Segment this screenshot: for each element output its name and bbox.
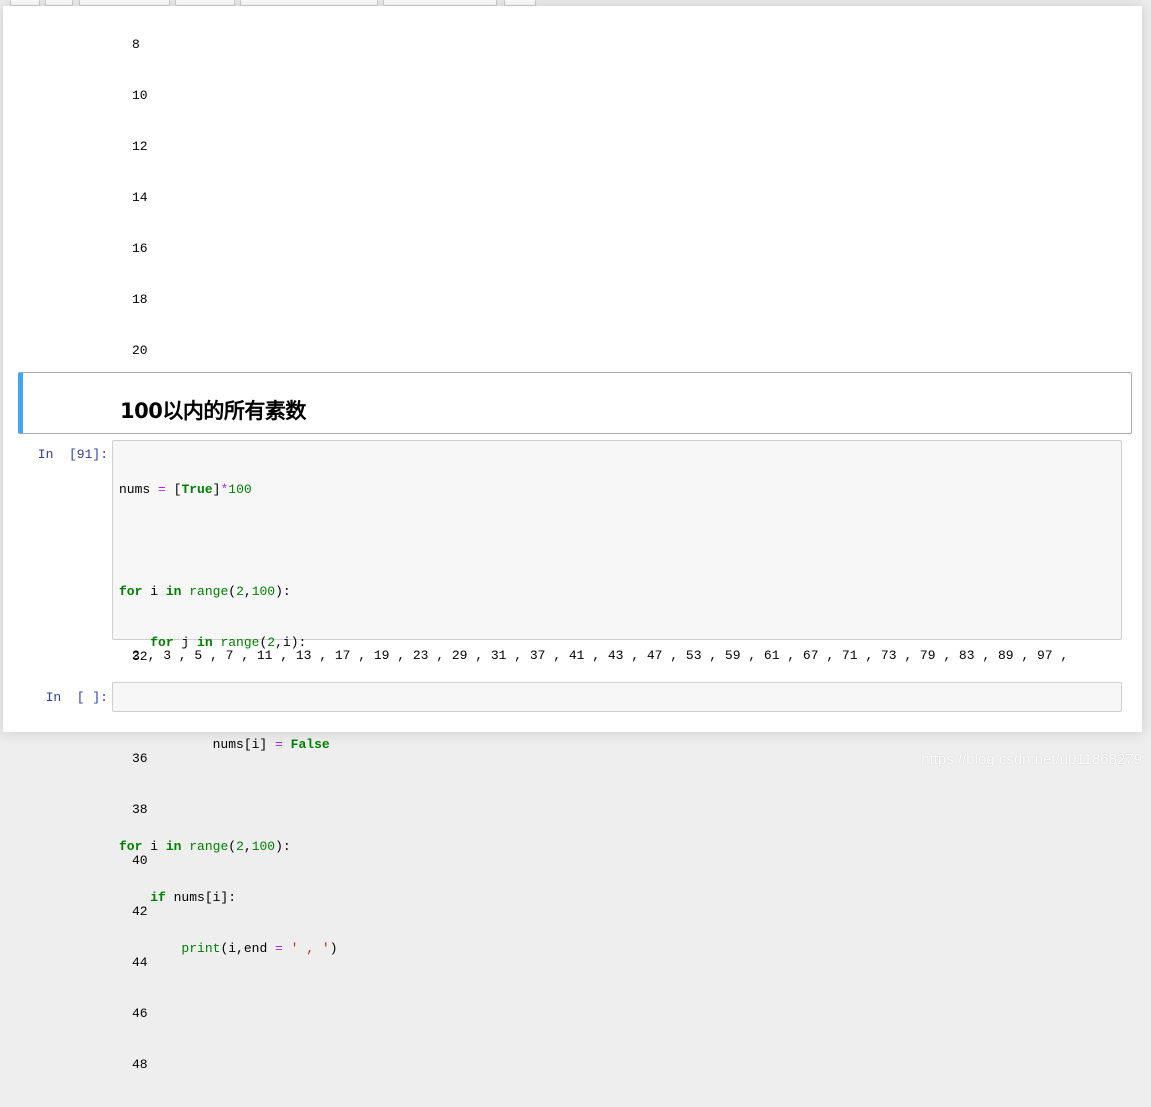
output-line: 10 bbox=[132, 88, 148, 103]
cell-output: 2 , 3 , 5 , 7 , 11 , 13 , 17 , 19 , 23 ,… bbox=[132, 648, 1069, 663]
code-line: print(i,end = ' , ') bbox=[181, 941, 338, 956]
output-line: 16 bbox=[132, 241, 148, 256]
watermark: https://blog.csdn.net/u011868279 bbox=[921, 751, 1142, 768]
output-line: 20 bbox=[132, 343, 148, 358]
notebook-container: 8 10 12 14 16 18 20 22 24 26 28 30 32 34… bbox=[3, 6, 1142, 1072]
output-line: 8 bbox=[132, 37, 140, 52]
input-prompt-empty: In [ ]: bbox=[45, 690, 108, 705]
output-line: 48 bbox=[132, 1057, 148, 1072]
empty-code-editor[interactable] bbox=[112, 682, 1122, 712]
output-line: 12 bbox=[132, 139, 148, 154]
code-line: for i in range(2,100): bbox=[119, 839, 291, 854]
code-editor[interactable]: nums = [True]*100 for i in range(2,100):… bbox=[112, 440, 1122, 956]
markdown-heading: 100以内的所有素数 bbox=[120, 399, 306, 423]
output-line: 46 bbox=[132, 1006, 148, 1021]
code-line: nums[i] = False bbox=[212, 737, 330, 752]
markdown-cell-selected[interactable]: 100以内的所有素数 bbox=[18, 372, 1132, 434]
output-line: 14 bbox=[132, 190, 148, 205]
code-line: nums = [True]*100 bbox=[119, 482, 252, 497]
output-line: 18 bbox=[132, 292, 148, 307]
code-line: if nums[i]: bbox=[150, 890, 237, 905]
code-line: for i in range(2,100): bbox=[119, 584, 291, 599]
code-text: nums = [True]*100 for i in range(2,100):… bbox=[119, 447, 338, 991]
input-prompt: In [91]: bbox=[37, 447, 108, 462]
